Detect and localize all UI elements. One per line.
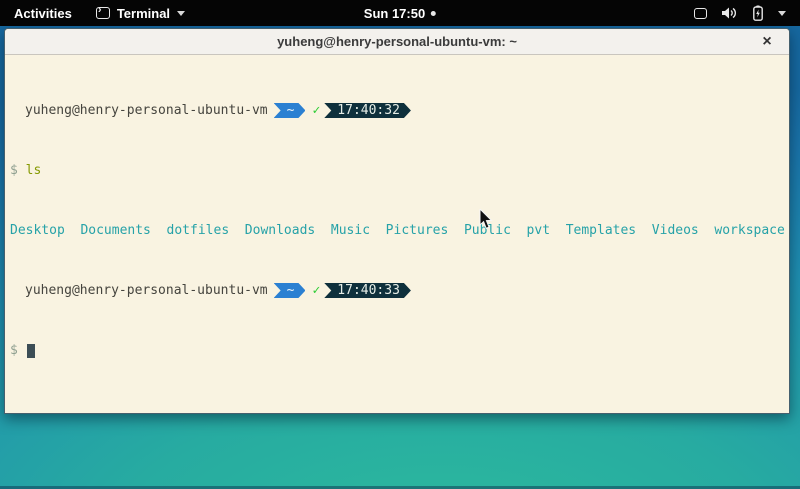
network-icon xyxy=(694,8,707,19)
terminal-cursor xyxy=(27,344,35,358)
input-line: $ xyxy=(10,343,789,358)
prompt-symbol: $ xyxy=(10,163,18,178)
prompt-time-segment: 17:40:32 xyxy=(324,103,411,118)
terminal-window: yuheng@henry-personal-ubuntu-vm: ~ × yuh… xyxy=(4,28,790,414)
activities-button[interactable]: Activities xyxy=(0,0,86,26)
app-menu-terminal[interactable]: Terminal xyxy=(86,0,195,26)
prompt-time-segment: 17:40:33 xyxy=(324,283,411,298)
prompt-cwd-segment: ~ xyxy=(274,283,306,298)
activities-label: Activities xyxy=(14,6,72,21)
status-check-icon: ✓ xyxy=(312,283,320,298)
prompt-user-host: yuheng@henry-personal-ubuntu-vm xyxy=(25,103,268,118)
typed-command: ls xyxy=(26,163,42,178)
chevron-down-icon xyxy=(778,11,786,16)
prompt-symbol: $ xyxy=(10,343,18,358)
directory-listing: Desktop Documents dotfiles Downloads Mus… xyxy=(10,223,789,238)
battery-charging-icon xyxy=(753,5,763,21)
terminal-app-icon xyxy=(96,7,110,19)
command-line: $ ls xyxy=(10,163,789,178)
volume-icon xyxy=(722,6,738,20)
window-title: yuheng@henry-personal-ubuntu-vm: ~ xyxy=(277,34,517,49)
close-button[interactable]: × xyxy=(757,32,777,52)
gnome-top-bar: Activities Terminal Sun 17:50 xyxy=(0,0,800,26)
clock-button[interactable]: Sun 17:50 xyxy=(354,0,446,26)
notification-dot xyxy=(431,11,436,16)
chevron-down-icon xyxy=(177,11,185,16)
prompt-line: yuheng@henry-personal-ubuntu-vm ~ ✓ 17:4… xyxy=(10,283,789,298)
clock-label: Sun 17:50 xyxy=(364,6,425,21)
status-check-icon: ✓ xyxy=(312,103,320,118)
prompt-user-host: yuheng@henry-personal-ubuntu-vm xyxy=(25,283,268,298)
system-status-menu[interactable] xyxy=(686,0,794,26)
app-menu-label: Terminal xyxy=(117,6,170,21)
prompt-line: yuheng@henry-personal-ubuntu-vm ~ ✓ 17:4… xyxy=(10,103,789,118)
terminal-screen[interactable]: yuheng@henry-personal-ubuntu-vm ~ ✓ 17:4… xyxy=(5,55,789,413)
mouse-cursor xyxy=(479,209,493,230)
window-titlebar[interactable]: yuheng@henry-personal-ubuntu-vm: ~ × xyxy=(5,29,789,55)
desktop: Activities Terminal Sun 17:50 xyxy=(0,0,800,489)
prompt-cwd-segment: ~ xyxy=(274,103,306,118)
